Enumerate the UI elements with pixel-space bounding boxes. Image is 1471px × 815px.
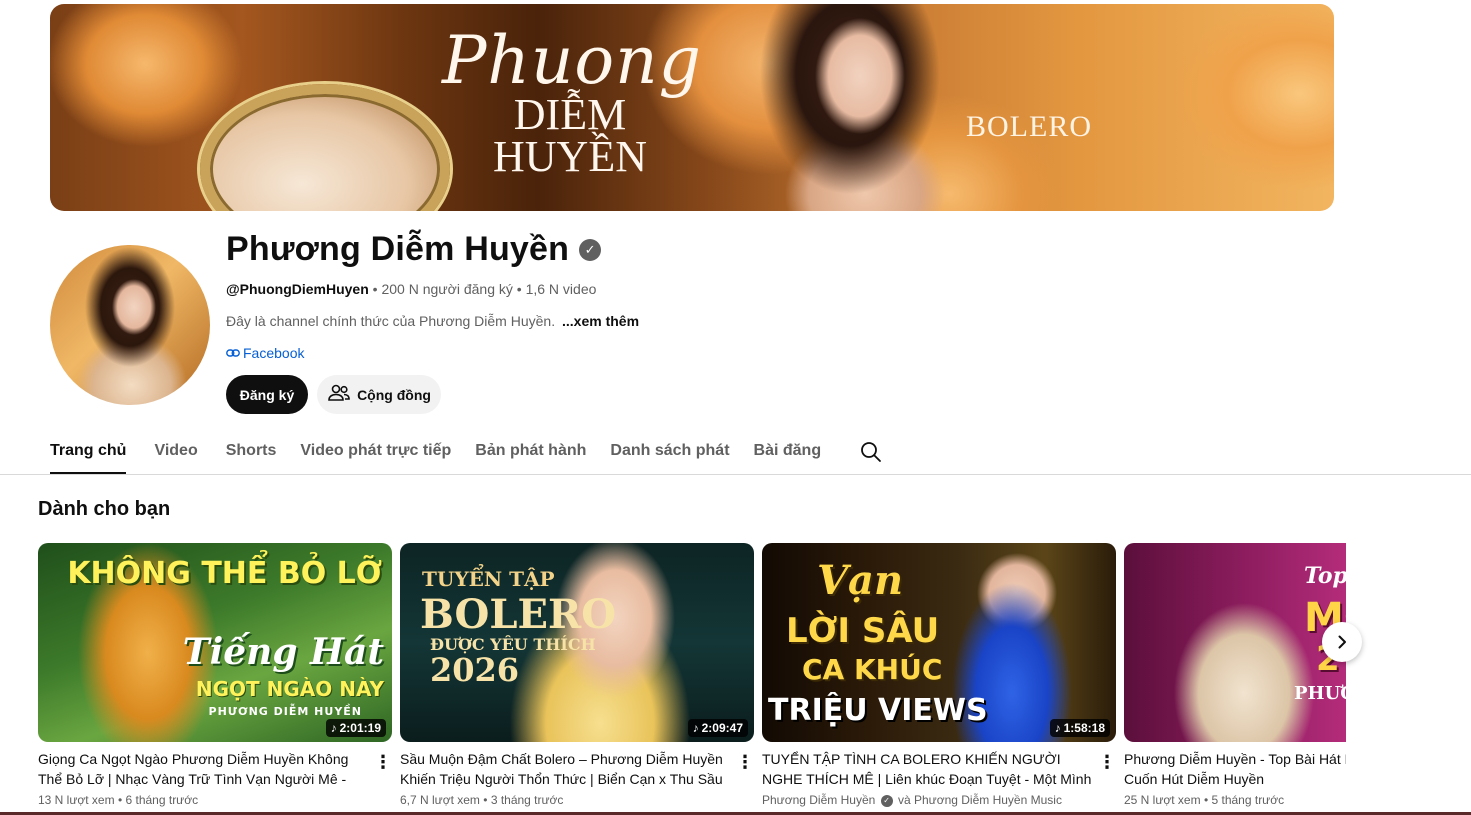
music-note-icon: ♪ xyxy=(1054,721,1061,735)
video-meta: Phương Diễm Huyền ✓ và Phương Diễm Huyền… xyxy=(762,793,1062,807)
tab-live[interactable]: Video phát trực tiếp xyxy=(288,432,463,474)
thumbnail-text: Tiếng Hát xyxy=(182,631,384,673)
collab-channel[interactable]: và Phương Diễm Huyền Music xyxy=(898,793,1062,807)
video-card[interactable]: Vạn LỜI SÂU CA KHÚC TRIỆU VIEWS ♪ 1:58:1… xyxy=(762,543,1116,807)
community-button[interactable]: Cộng đồng xyxy=(317,375,441,414)
duration-text: 1:58:18 xyxy=(1063,721,1105,735)
video-card[interactable]: TUYỂN TẬP BOLERO ĐƯỢC YÊU THÍCH 2026 ♪ 2… xyxy=(400,543,754,807)
tab-releases[interactable]: Bản phát hành xyxy=(463,432,598,474)
banner-name-line2: HUYỀN xyxy=(493,132,647,181)
channel-banner: Phuong DIỄM HUYỀN BOLERO xyxy=(50,4,1334,211)
tab-videos[interactable]: Video xyxy=(142,432,209,474)
verified-icon: ✓ xyxy=(579,238,602,261)
video-thumbnail[interactable]: Top MỚ 2 PHƯƠ xyxy=(1124,543,1346,742)
tab-playlists[interactable]: Danh sách phát xyxy=(598,432,741,474)
upload-age: 6 tháng trước xyxy=(125,793,199,807)
community-icon xyxy=(327,383,351,406)
section-title: Dành cho bạn xyxy=(38,498,171,520)
channel-avatar[interactable] xyxy=(50,245,210,405)
duration-text: 2:01:19 xyxy=(339,721,381,735)
video-meta: 13 N lượt xem • 6 tháng trước xyxy=(38,793,198,807)
more-vert-icon[interactable]: ⋮ xyxy=(374,753,392,771)
more-vert-icon[interactable]: ⋮ xyxy=(1098,753,1116,771)
channel-tabs: Trang chủ Video Shorts Video phát trực t… xyxy=(38,432,893,474)
channel-title-row: Phương Diễm Huyền ✓ xyxy=(226,230,602,269)
channel-meta: @PhuongDiemHuyen • 200 N người đăng ký •… xyxy=(226,281,596,297)
video-thumbnail[interactable]: Vạn LỜI SÂU CA KHÚC TRIỆU VIEWS ♪ 1:58:1… xyxy=(762,543,1116,742)
duration-badge: ♪ 2:01:19 xyxy=(325,719,386,737)
meta-dot: • xyxy=(516,281,526,297)
facebook-link-label[interactable]: Facebook xyxy=(243,345,304,361)
verified-icon: ✓ xyxy=(880,794,893,807)
channel-handle: @PhuongDiemHuyen xyxy=(226,281,369,297)
tab-home[interactable]: Trang chủ xyxy=(38,432,138,474)
view-count: 6,7 N lượt xem xyxy=(400,793,480,807)
upload-age: 5 tháng trước xyxy=(1211,793,1285,807)
more-link[interactable]: ...xem thêm xyxy=(562,313,639,329)
tab-posts[interactable]: Bài đăng xyxy=(742,432,834,474)
search-icon[interactable] xyxy=(833,432,893,469)
channel-description[interactable]: Đây là channel chính thức của Phương Diễ… xyxy=(226,313,639,329)
thumbnail-text: 2026 xyxy=(430,651,520,689)
video-meta: 25 N lượt xem • 5 tháng trước xyxy=(1124,793,1284,807)
thumbnail-text: TRIỆU VIEWS xyxy=(768,693,988,728)
music-note-icon: ♪ xyxy=(330,721,337,735)
video-thumbnail[interactable]: KHÔNG THỂ BỎ LỠ Tiếng Hát NGỌT NGÀO NÀY … xyxy=(38,543,392,742)
banner-name-line1: DIỄM xyxy=(513,90,627,139)
duration-text: 2:09:47 xyxy=(701,721,743,735)
video-shelf: KHÔNG THỂ BỎ LỠ Tiếng Hát NGỌT NGÀO NÀY … xyxy=(38,543,1346,815)
thumbnail-text: BOLERO xyxy=(420,591,617,638)
channel-name-link[interactable]: Phương Diễm Huyền xyxy=(762,793,875,807)
thumbnail-text: CA KHÚC xyxy=(802,653,943,686)
facebook-link[interactable]: Facebook xyxy=(226,345,304,361)
music-note-icon: ♪ xyxy=(692,721,699,735)
video-title[interactable]: TUYỂN TẬP TÌNH CA BOLERO KHIẾN NGƯỜI NGH… xyxy=(762,749,1092,789)
banner-script-text: Phuong xyxy=(442,22,702,99)
duration-badge: ♪ 1:58:18 xyxy=(1049,719,1110,737)
subscribe-button[interactable]: Đăng ký xyxy=(226,375,308,414)
video-card[interactable]: KHÔNG THỂ BỎ LỠ Tiếng Hát NGỌT NGÀO NÀY … xyxy=(38,543,392,807)
link-icon xyxy=(226,346,240,361)
video-title[interactable]: Phương Diễm Huyền - Top Bài Hát Mới Tiến… xyxy=(1124,749,1346,789)
video-title[interactable]: Giọng Ca Ngọt Ngào Phương Diễm Huyền Khô… xyxy=(38,749,368,789)
chevron-right-icon[interactable] xyxy=(1322,622,1362,662)
upload-age: 3 tháng trước xyxy=(490,793,564,807)
video-meta: 6,7 N lượt xem • 3 tháng trước xyxy=(400,793,563,807)
thumbnail-text: NGỌT NGÀO NÀY xyxy=(195,677,384,701)
banner-name: DIỄM HUYỀN xyxy=(475,90,665,181)
thumbnail-text: Vạn xyxy=(817,557,904,604)
thumbnail-text: TUYỂN TẬP xyxy=(422,567,555,591)
tabs-divider xyxy=(0,474,1471,475)
thumbnail-text: LỜI SÂU xyxy=(786,611,940,651)
channel-name: Phương Diễm Huyền xyxy=(226,230,570,268)
thumbnail-text: KHÔNG THỂ BỎ LỠ xyxy=(67,556,382,591)
view-count: 25 N lượt xem xyxy=(1124,793,1201,807)
more-vert-icon[interactable]: ⋮ xyxy=(736,753,754,771)
subscriber-count: 200 N người đăng ký xyxy=(381,281,513,297)
video-card[interactable]: Top MỚ 2 PHƯƠ Phương Diễm Huyền - Top Bà… xyxy=(1124,543,1346,807)
tab-shorts[interactable]: Shorts xyxy=(214,432,289,474)
video-title[interactable]: Sầu Muộn Đậm Chất Bolero – Phương Diễm H… xyxy=(400,749,730,789)
meta-dot: • xyxy=(483,793,491,807)
banner-mirror-art xyxy=(200,84,450,211)
banner-portrait xyxy=(740,4,980,211)
thumbnail-text: Top xyxy=(1304,563,1346,589)
thumbnail-text: PHƯƠ xyxy=(1294,683,1346,704)
banner-tag: BOLERO xyxy=(966,110,1092,143)
video-count: 1,6 N video xyxy=(525,281,597,297)
duration-badge: ♪ 2:09:47 xyxy=(687,719,748,737)
description-text: Đây là channel chính thức của Phương Diễ… xyxy=(226,313,556,329)
view-count: 13 N lượt xem xyxy=(38,793,115,807)
video-thumbnail[interactable]: TUYỂN TẬP BOLERO ĐƯỢC YÊU THÍCH 2026 ♪ 2… xyxy=(400,543,754,742)
thumbnail-text: PHƯƠNG DIỄM HUYỀN xyxy=(208,705,362,718)
community-label: Cộng đồng xyxy=(357,386,431,403)
